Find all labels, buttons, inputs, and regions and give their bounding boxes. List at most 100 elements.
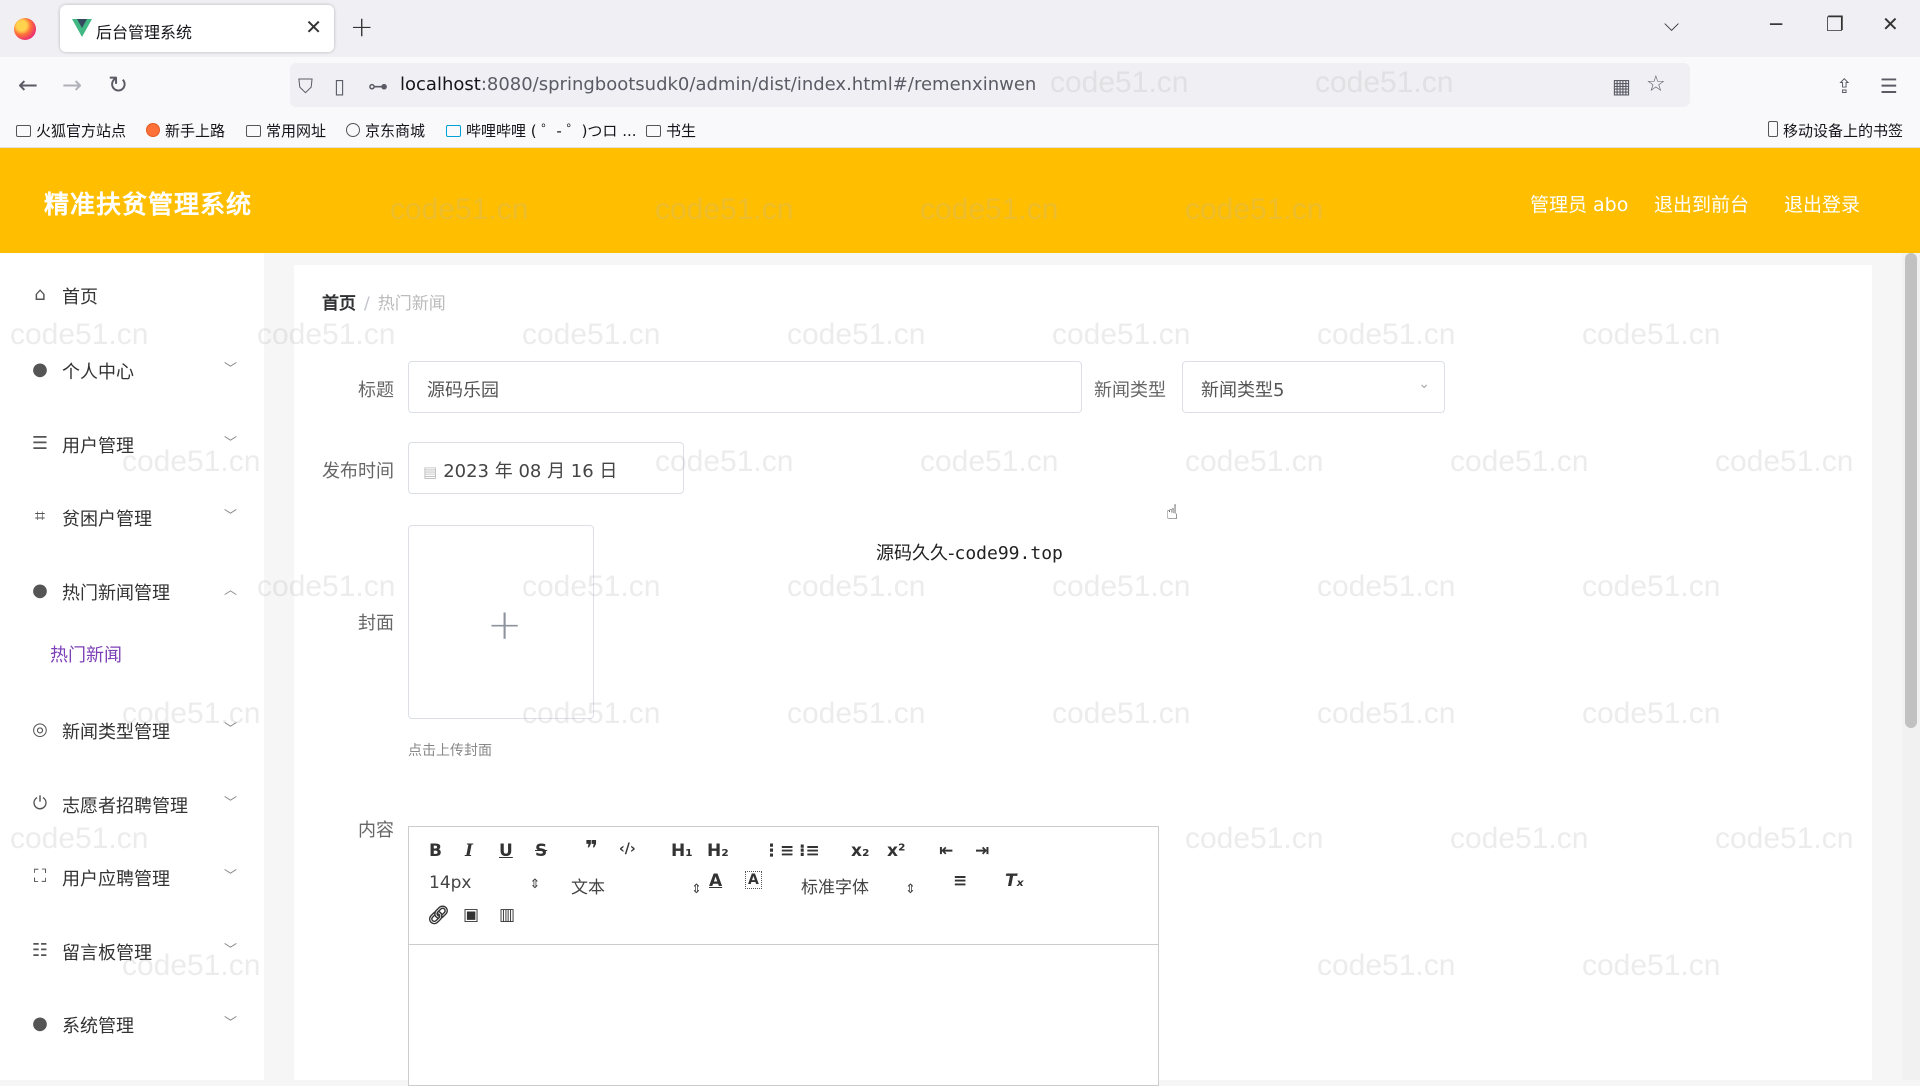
- bookmark-item[interactable]: 移动设备上的书签: [1768, 120, 1903, 141]
- user-icon: ●: [32, 359, 48, 380]
- publish-date-picker[interactable]: ▤ 2023 年 08 月 16 日: [408, 442, 684, 494]
- scrollbar-thumb[interactable]: [1905, 253, 1917, 728]
- bookmark-item[interactable]: 新手上路: [146, 120, 225, 141]
- news-type-label: 新闻类型: [1094, 380, 1166, 401]
- indent-icon[interactable]: ⇥: [975, 841, 989, 861]
- bookmarks-bar: 火狐官方站点 新手上路 常用网址 京东商城 哔哩哔哩 ( ゜- ゜)つロ ...…: [0, 112, 1920, 148]
- permissions-icon[interactable]: ⊶: [368, 74, 388, 98]
- overlay-text-prefix: 源码久久-: [876, 543, 955, 564]
- user-icon: ●: [32, 1013, 48, 1034]
- news-type-select[interactable]: 新闻类型5 ⌄: [1182, 361, 1445, 413]
- restore-icon[interactable]: ❐: [1826, 12, 1844, 36]
- bookmark-label: 常用网址: [266, 122, 327, 140]
- background-color-icon[interactable]: A: [745, 871, 762, 889]
- bookmark-item[interactable]: 哔哩哔哩 ( ゜- ゜)つロ ...: [446, 120, 637, 141]
- page-icon[interactable]: ▯: [334, 74, 345, 98]
- app-header: 精准扶贫管理系统 管理员 abo 退出到前台 退出登录: [0, 148, 1920, 253]
- crop-icon: ⌗: [34, 506, 46, 527]
- outdent-icon[interactable]: ⇤: [939, 841, 953, 861]
- minimize-icon[interactable]: ─: [1770, 12, 1782, 36]
- admin-name: 管理员 abo: [1530, 194, 1629, 216]
- bullet-list-icon[interactable]: ⁝≡: [799, 841, 820, 861]
- bookmark-label: 新手上路: [165, 122, 226, 140]
- subscript-icon[interactable]: x₂: [851, 841, 869, 861]
- url-text[interactable]: localhost:8080/springbootsudk0/admin/dis…: [400, 74, 1036, 95]
- sidebar-item-poor-household-management[interactable]: ⌗ 贫困户管理 ﹀: [0, 497, 264, 537]
- italic-icon[interactable]: I: [465, 841, 473, 861]
- mobile-device-icon: [1768, 121, 1778, 137]
- underline-icon[interactable]: U: [499, 841, 513, 861]
- bookmark-star-icon[interactable]: ☆: [1646, 72, 1666, 97]
- app-title: 精准扶贫管理系统: [44, 190, 253, 219]
- header-select-value: 文本: [571, 878, 605, 898]
- publish-time-label: 发布时间: [322, 461, 394, 482]
- sidebar-item-personal-center[interactable]: ● 个人中心 ﹀: [0, 350, 264, 390]
- header-select[interactable]: 文本 ⇕: [571, 873, 702, 898]
- sidebar-subitem-hot-news[interactable]: 热门新闻: [50, 641, 122, 667]
- video-icon[interactable]: ▥: [499, 905, 515, 925]
- shield-icon[interactable]: ⛉: [298, 74, 313, 98]
- sidebar-item-volunteer-recruitment-management[interactable]: ⏻ 志愿者招聘管理 ﹀: [0, 784, 264, 824]
- tab-title: 后台管理系统: [96, 23, 193, 42]
- menu-icon[interactable]: ☰: [1880, 74, 1898, 98]
- chevron-down-icon: ﹀: [224, 796, 238, 811]
- cover-label: 封面: [358, 613, 394, 634]
- chevron-down-icon: ﹀: [224, 869, 238, 884]
- close-tab-icon[interactable]: ✕: [305, 15, 322, 39]
- sidebar-item-label: 留言板管理: [62, 943, 152, 964]
- image-icon[interactable]: ▣: [463, 905, 479, 925]
- new-tab-icon[interactable]: +: [350, 10, 373, 43]
- reload-icon[interactable]: ↻: [108, 71, 128, 99]
- content-label: 内容: [358, 820, 394, 841]
- heading1-icon[interactable]: H₁: [671, 841, 693, 861]
- code-block-icon[interactable]: ‹/›: [619, 841, 636, 857]
- bookmark-item[interactable]: 常用网址: [246, 120, 326, 141]
- sidebar-item-hot-news-management[interactable]: ● 热门新闻管理 ︿: [0, 571, 264, 611]
- firefox-icon[interactable]: [14, 18, 36, 40]
- qr-code-icon[interactable]: ▦: [1612, 74, 1631, 98]
- forward-icon[interactable]: →: [62, 71, 82, 99]
- sidebar-item-home[interactable]: ⌂ 首页: [0, 275, 264, 315]
- sidebar-item-user-management[interactable]: ☰ 用户管理 ﹀: [0, 424, 264, 464]
- page-scrollbar[interactable]: [1902, 253, 1920, 1080]
- sidebar-item-user-application-management[interactable]: ⛶ 用户应聘管理 ﹀: [0, 857, 264, 897]
- bold-icon[interactable]: B: [429, 841, 442, 861]
- extensions-icon[interactable]: ⇪: [1836, 74, 1853, 98]
- overlay-text: 源码久久-code99.top: [876, 539, 1063, 565]
- align-icon[interactable]: ≡: [953, 871, 967, 891]
- tab-list-chevron-down-icon[interactable]: ⌵: [1664, 12, 1679, 36]
- breadcrumb-separator: /: [364, 294, 370, 314]
- overlay-text-site: code99.top: [954, 543, 1063, 564]
- font-size-value: 14px: [429, 873, 472, 893]
- sidebar-item-label: 首页: [62, 287, 98, 308]
- chevron-down-icon: ﹀: [224, 1016, 238, 1031]
- font-size-select[interactable]: 14px ⇕: [429, 873, 540, 893]
- title-input[interactable]: 源码乐园: [408, 361, 1082, 413]
- heading2-icon[interactable]: H₂: [707, 841, 729, 861]
- select-arrows-icon: ⇕: [691, 882, 702, 897]
- browser-tab[interactable]: 后台管理系统 ✕: [60, 5, 334, 52]
- superscript-icon[interactable]: x²: [887, 841, 905, 861]
- breadcrumb-home[interactable]: 首页: [322, 294, 356, 314]
- sidebar-item-news-type-management[interactable]: ◎ 新闻类型管理 ﹀: [0, 710, 264, 750]
- chevron-down-icon: ﹀: [224, 722, 238, 737]
- logout-link[interactable]: 退出登录: [1784, 190, 1860, 217]
- ordered-list-icon[interactable]: ⋮≡: [763, 841, 794, 861]
- blockquote-icon[interactable]: ❞: [585, 837, 598, 862]
- font-family-select[interactable]: 标准字体 ⇕: [801, 873, 916, 898]
- sidebar-item-message-board-management[interactable]: ☷ 留言板管理 ﹀: [0, 931, 264, 971]
- clear-format-icon[interactable]: Tₓ: [1005, 871, 1024, 891]
- bookmark-item[interactable]: 火狐官方站点: [16, 120, 126, 141]
- font-color-icon[interactable]: A: [709, 871, 722, 891]
- bilibili-icon: [446, 125, 461, 137]
- bookmark-item[interactable]: 书生: [646, 120, 696, 141]
- editor-body[interactable]: [409, 945, 1158, 1085]
- link-icon[interactable]: 🔗︎: [427, 905, 450, 926]
- strikethrough-icon[interactable]: S: [535, 841, 547, 861]
- sidebar-item-system-management[interactable]: ● 系统管理 ﹀: [0, 1004, 264, 1044]
- bookmark-item[interactable]: 京东商城: [346, 120, 425, 141]
- close-window-icon[interactable]: ✕: [1882, 12, 1899, 36]
- exit-to-front-link[interactable]: 退出到前台: [1654, 190, 1749, 217]
- back-icon[interactable]: ←: [18, 71, 38, 99]
- cover-upload[interactable]: +: [408, 525, 594, 719]
